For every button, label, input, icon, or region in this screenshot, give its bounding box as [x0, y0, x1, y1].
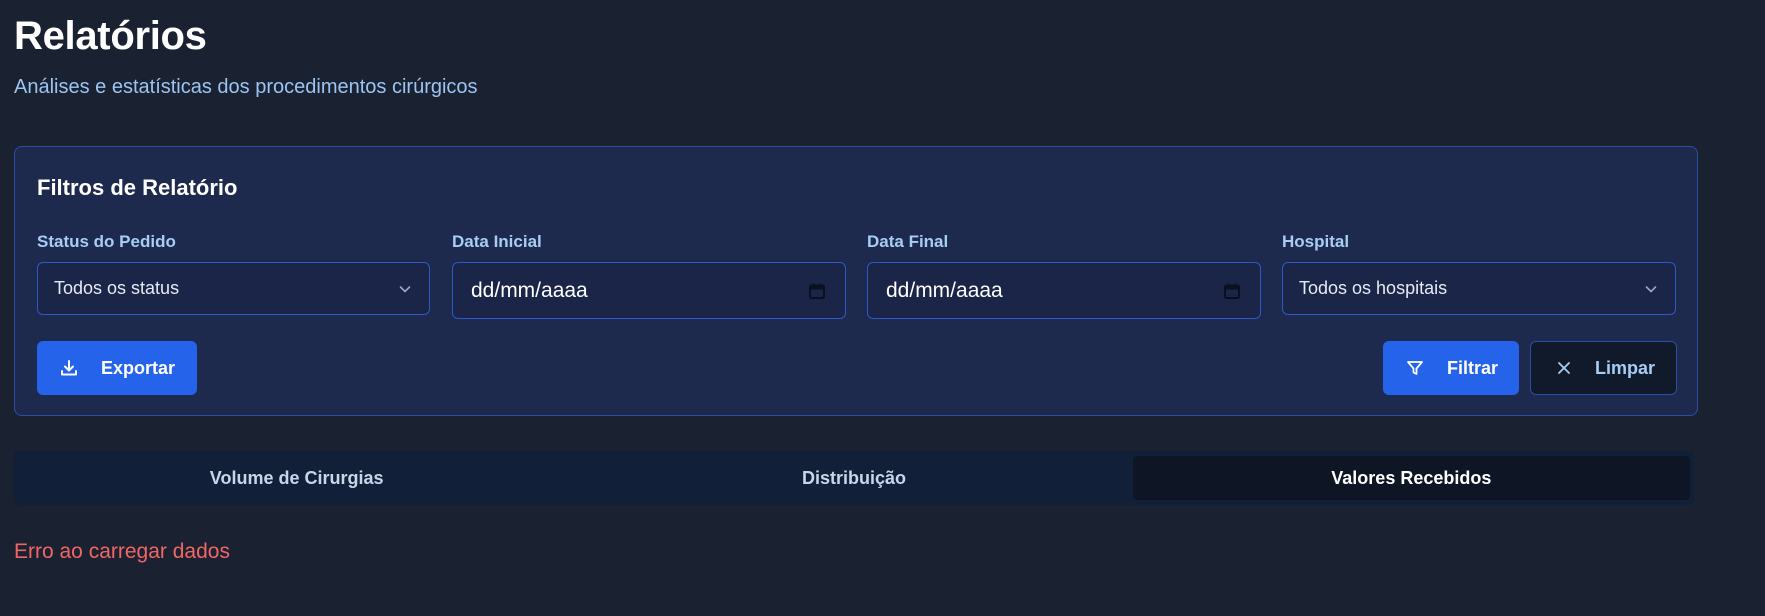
- funnel-icon: [1405, 358, 1425, 378]
- tab-volume-de-cirurgias[interactable]: Volume de Cirurgias: [18, 456, 575, 500]
- export-button-label: Exportar: [101, 357, 176, 378]
- calendar-icon[interactable]: [1222, 281, 1242, 301]
- hospital-field: Hospital Todos os hospitais: [1282, 232, 1676, 315]
- report-tabs: Volume de Cirurgias Distribuição Valores…: [14, 451, 1694, 505]
- report-filters-card: Filtros de Relatório Status do Pedido To…: [14, 146, 1698, 416]
- end-date-value: dd/mm/aaaa: [886, 278, 1003, 302]
- status-field: Status do Pedido Todos os status: [37, 232, 430, 315]
- chevron-down-icon: [1643, 281, 1659, 297]
- clear-button[interactable]: Limpar: [1530, 341, 1677, 395]
- start-date-input[interactable]: dd/mm/aaaa: [452, 262, 846, 319]
- hospital-select-value: Todos os hospitais: [1299, 278, 1448, 298]
- filter-button-label: Filtrar: [1447, 357, 1499, 378]
- start-date-field: Data Inicial dd/mm/aaaa: [452, 232, 846, 319]
- hospital-label: Hospital: [1282, 232, 1350, 251]
- end-date-field: Data Final dd/mm/aaaa: [867, 232, 1261, 319]
- reports-page: Relatórios Análises e estatísticas dos p…: [0, 0, 1765, 616]
- chevron-down-icon: [397, 281, 413, 297]
- status-select[interactable]: Todos os status: [37, 262, 430, 315]
- start-date-label: Data Inicial: [452, 232, 542, 251]
- page-subtitle: Análises e estatísticas dos procedimento…: [14, 76, 478, 98]
- tab-distribuicao[interactable]: Distribuição: [575, 456, 1132, 500]
- end-date-input[interactable]: dd/mm/aaaa: [867, 262, 1261, 319]
- tab-valores-recebidos[interactable]: Valores Recebidos: [1132, 456, 1690, 500]
- filters-title: Filtros de Relatório: [37, 175, 238, 200]
- error-message: Erro ao carregar dados: [14, 540, 230, 563]
- close-icon: [1555, 359, 1573, 377]
- page-title: Relatórios: [14, 14, 207, 58]
- hospital-select[interactable]: Todos os hospitais: [1282, 262, 1676, 315]
- end-date-label: Data Final: [867, 232, 949, 251]
- export-button[interactable]: Exportar: [37, 341, 197, 395]
- start-date-value: dd/mm/aaaa: [471, 278, 588, 302]
- calendar-icon[interactable]: [807, 281, 827, 301]
- download-icon: [59, 358, 79, 378]
- clear-button-label: Limpar: [1595, 357, 1656, 378]
- filter-button[interactable]: Filtrar: [1383, 341, 1519, 395]
- status-select-value: Todos os status: [54, 278, 180, 298]
- status-label: Status do Pedido: [37, 232, 176, 251]
